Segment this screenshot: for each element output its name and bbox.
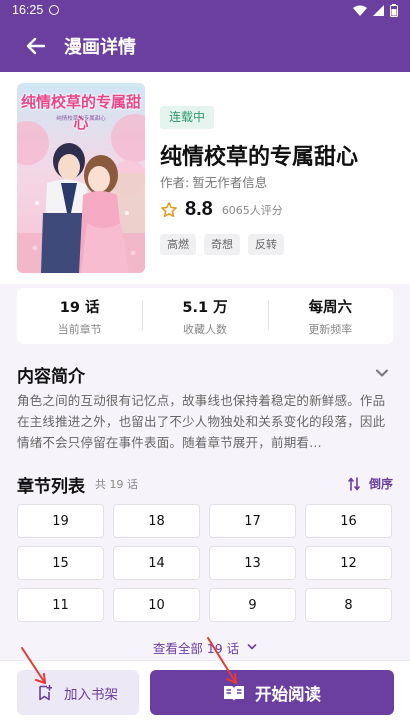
tag[interactable]: 奇想 [204, 234, 240, 255]
add-to-shelf-label: 加入书架 [64, 686, 118, 703]
start-reading-button[interactable]: 开始阅读 [150, 670, 394, 715]
chapter-chip[interactable]: 18 [113, 504, 200, 538]
start-reading-label: 开始阅读 [255, 684, 321, 704]
chapter-chip[interactable]: 12 [305, 546, 392, 580]
signal-icon [373, 4, 384, 16]
chapter-chip[interactable]: 14 [113, 546, 200, 580]
sort-order-button[interactable]: 倒序 [348, 475, 393, 492]
status-time: 16:25 [12, 3, 44, 17]
battery-icon [390, 3, 398, 17]
stat-value: 每周六 [308, 299, 353, 316]
rating-count: 6065人评分 [221, 203, 283, 217]
notification-icon [49, 5, 60, 15]
author-label: 作者: [160, 175, 190, 190]
bottom-action-bar: 加入书架 开始阅读 [0, 660, 410, 724]
chapter-chip[interactable]: 17 [209, 504, 296, 538]
view-all-chapters-link[interactable]: 查看全部 19 话 [17, 632, 393, 662]
status-icons [353, 3, 398, 17]
chapter-chip[interactable]: 13 [209, 546, 296, 580]
rating-score: 8.8 [185, 198, 213, 220]
sort-order-label: 倒序 [369, 477, 394, 491]
stat-value: 19 话 [59, 299, 100, 316]
chapter-chip[interactable]: 11 [17, 588, 104, 622]
tag-list: 高燃 奇想 反转 [160, 234, 284, 255]
stat-value: 5.1 万 [182, 299, 228, 316]
tag[interactable]: 反转 [248, 234, 284, 255]
chapter-grid: 19 18 17 16 15 14 13 12 11 10 9 8 [17, 504, 394, 622]
chapter-chip[interactable]: 10 [113, 588, 200, 622]
chapter-chip[interactable]: 9 [209, 588, 296, 622]
chapter-chip[interactable]: 16 [305, 504, 392, 538]
stat-label: 当前章节 [57, 322, 102, 336]
cover-title: 纯情校草的专属甜心 [20, 93, 141, 132]
status-bar: 16:25 [0, 0, 410, 20]
chapter-chip[interactable]: 15 [17, 546, 104, 580]
stats-card: 19 话 当前章节 5.1 万 收藏人数 每周六 更新频率 [17, 288, 393, 344]
stat-update-frequency: 每周六 更新频率 [267, 296, 393, 337]
comic-header: 纯情校草的专属甜心 纯情校草的专属甜心 连载中 纯情校草的专属甜心 作者: 暂无作… [0, 72, 410, 284]
cover-subtitle: 纯情校草的专属甜心 [56, 116, 106, 122]
add-to-shelf-button[interactable]: 加入书架 [17, 670, 139, 715]
book-open-icon [224, 685, 244, 701]
author-line: 作者: 暂无作者信息 [160, 172, 267, 191]
chapter-list-heading: 章节列表 [17, 477, 85, 497]
chevron-down-icon [247, 644, 257, 650]
view-all-label: 查看全部 19 话 [152, 640, 240, 656]
author-name: 暂无作者信息 [192, 175, 268, 190]
back-arrow-icon [26, 37, 45, 55]
rating: 8.8 6065人评分 [160, 198, 283, 221]
back-button[interactable] [18, 29, 52, 63]
stat-favorites: 5.1 万 收藏人数 [142, 296, 267, 337]
chapter-total: 共 19 话 [95, 478, 138, 491]
status-badge: 连载中 [160, 106, 215, 129]
intro-heading: 内容简介 [17, 367, 85, 387]
tag[interactable]: 高燃 [160, 234, 196, 255]
stat-current-chapter: 19 话 当前章节 [17, 296, 142, 337]
intro-text: 角色之间的互动很有记忆点，故事线也保持着稳定的新鲜感。作品在主线推进之外，也留出… [17, 393, 386, 450]
stat-label: 收藏人数 [182, 322, 227, 336]
page-title: 漫画详情 [64, 37, 136, 58]
chevron-down-icon[interactable] [373, 364, 391, 382]
comic-cover[interactable]: 纯情校草的专属甜心 纯情校草的专属甜心 [17, 83, 145, 273]
chapter-chip[interactable]: 19 [17, 504, 104, 538]
comic-title: 纯情校草的专属甜心 [160, 145, 359, 170]
bookmark-icon [39, 684, 52, 700]
chapter-chip[interactable]: 8 [305, 588, 392, 622]
wifi-icon [353, 5, 367, 16]
stat-label: 更新频率 [308, 322, 353, 336]
sort-icon [348, 476, 360, 491]
app-bar: 漫画详情 [0, 20, 410, 72]
star-icon [161, 201, 177, 217]
